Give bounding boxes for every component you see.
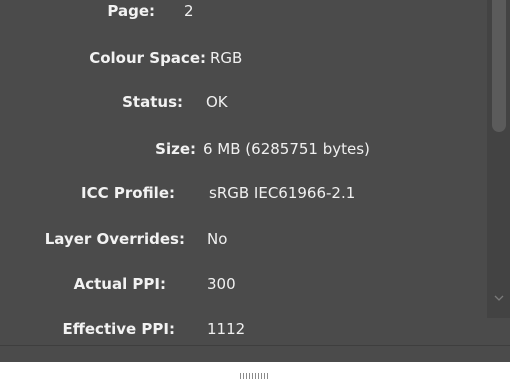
property-value: RGB bbox=[210, 49, 243, 67]
resize-grip-icon[interactable] bbox=[240, 366, 270, 379]
property-row-status: Status: OK bbox=[0, 91, 485, 113]
property-row-actual-ppi: Actual PPI: 300 bbox=[0, 273, 485, 295]
property-label: Size: bbox=[155, 140, 196, 158]
property-label: Page: bbox=[107, 2, 155, 20]
panel-footer bbox=[0, 345, 510, 362]
property-label: Colour Space: bbox=[89, 49, 206, 67]
property-row-colour-space: Colour Space: RGB bbox=[0, 47, 485, 69]
property-label: Layer Overrides: bbox=[44, 230, 185, 248]
property-label: Status: bbox=[122, 93, 183, 111]
property-row-icc-profile: ICC Profile: sRGB IEC61966-2.1 bbox=[0, 182, 485, 204]
property-row-size: Size: 6 MB (6285751 bytes) bbox=[0, 138, 485, 160]
property-value: sRGB IEC61966-2.1 bbox=[209, 184, 356, 202]
properties-panel: Page: 2 Colour Space: RGB Status: OK Siz… bbox=[0, 0, 510, 362]
scrollbar-thumb[interactable] bbox=[492, 0, 506, 132]
property-value: No bbox=[207, 230, 228, 248]
property-value: 1112 bbox=[207, 320, 246, 338]
property-label: Actual PPI: bbox=[73, 275, 166, 293]
property-row-layer-overrides: Layer Overrides: No bbox=[0, 228, 485, 250]
property-label: Effective PPI: bbox=[62, 320, 175, 338]
chevron-down-icon[interactable] bbox=[492, 290, 506, 304]
property-value: 2 bbox=[184, 2, 194, 20]
property-row-effective-ppi: Effective PPI: 1112 bbox=[0, 318, 485, 340]
property-label: ICC Profile: bbox=[81, 184, 175, 202]
property-value: OK bbox=[206, 93, 228, 111]
property-row-page: Page: 2 bbox=[0, 2, 485, 32]
property-value: 300 bbox=[207, 275, 236, 293]
property-value: 6 MB (6285751 bytes) bbox=[203, 140, 370, 158]
